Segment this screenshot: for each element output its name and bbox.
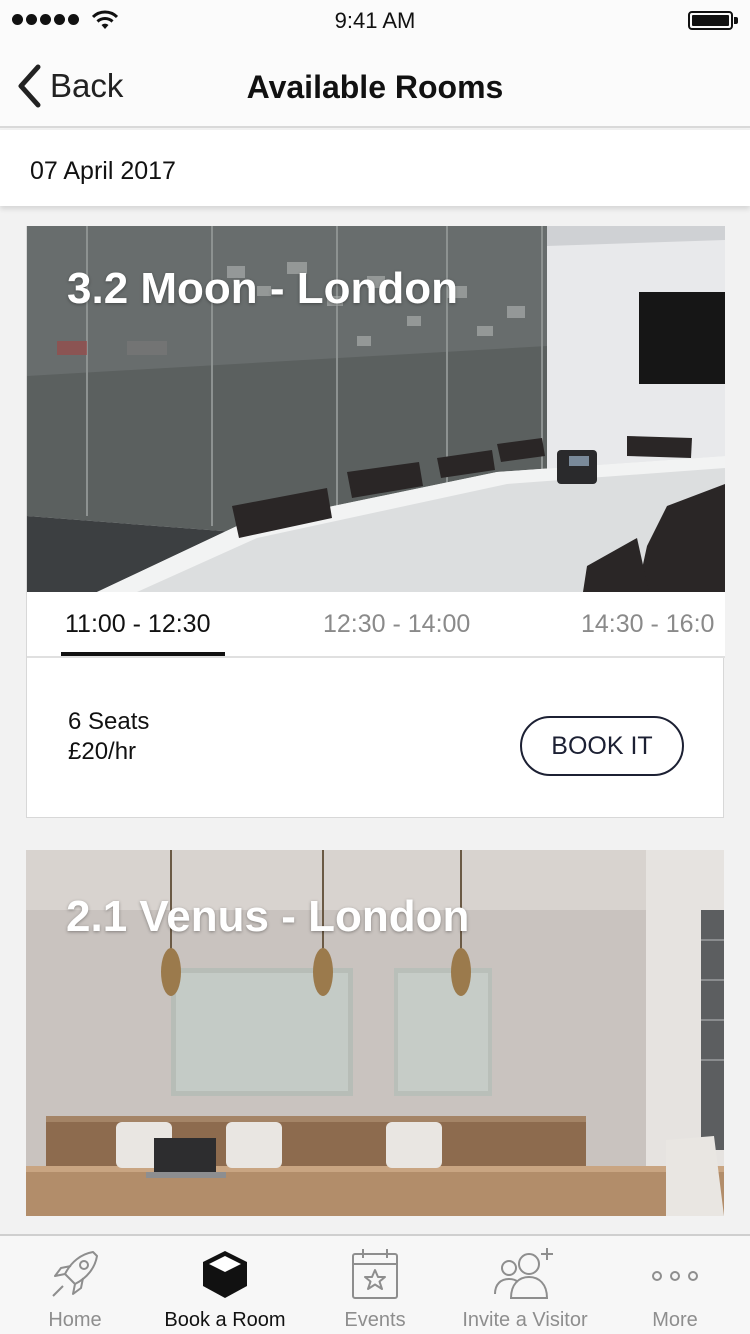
room-title: 2.1 Venus - London: [66, 892, 470, 941]
tab-events[interactable]: Events: [300, 1236, 450, 1334]
time-slot-selector: 11:00 - 12:30 12:30 - 14:00 14:30 - 16:0: [27, 592, 725, 658]
time-slot[interactable]: 11:00 - 12:30: [65, 610, 210, 639]
navigation-bar: Back Available Rooms: [0, 40, 750, 128]
page-title: Available Rooms: [246, 69, 504, 105]
tab-label: Invite a Visitor: [462, 1309, 588, 1331]
room-card: 3.2 Moon - London 11:00 - 12:30 12:30 - …: [26, 226, 725, 818]
tab-label: Events: [344, 1309, 406, 1331]
tab-label: Home: [48, 1309, 102, 1331]
tab-book-a-room[interactable]: Book a Room: [150, 1236, 300, 1334]
status-bar: 9:41 AM: [0, 0, 750, 40]
rocket-icon: [52, 1251, 98, 1297]
hourly-price: £20/hr: [68, 738, 137, 765]
tab-more[interactable]: More: [600, 1236, 750, 1334]
tab-home[interactable]: Home: [0, 1236, 150, 1334]
tab-label: More: [652, 1309, 698, 1331]
more-dots-icon: [652, 1271, 698, 1281]
battery-icon: [688, 11, 738, 30]
selected-slot-indicator: [61, 652, 225, 656]
tab-bar: Home Book a Room Events Invite a Visitor…: [0, 1234, 750, 1334]
cube-icon: [203, 1251, 247, 1298]
book-it-button[interactable]: BOOK IT: [520, 716, 684, 776]
add-person-icon: [494, 1248, 553, 1299]
date-label: 07 April 2017: [30, 157, 176, 185]
date-header: 07 April 2017: [0, 130, 750, 206]
room-title: 3.2 Moon - London: [67, 264, 459, 313]
time-slot[interactable]: 12:30 - 14:00: [323, 610, 470, 639]
time-slot[interactable]: 14:30 - 16:0: [581, 610, 714, 639]
status-time: 9:41 AM: [334, 8, 416, 33]
room-photo: 3.2 Moon - London: [27, 226, 725, 592]
tab-label: Book a Room: [164, 1309, 286, 1331]
tab-invite-a-visitor[interactable]: Invite a Visitor: [450, 1236, 600, 1334]
room-photo: 2.1 Venus - London: [26, 850, 724, 1216]
room-card: 2.1 Venus - London: [26, 850, 724, 1216]
seat-count: 6 Seats: [68, 708, 150, 735]
calendar-star-icon: [352, 1249, 398, 1299]
